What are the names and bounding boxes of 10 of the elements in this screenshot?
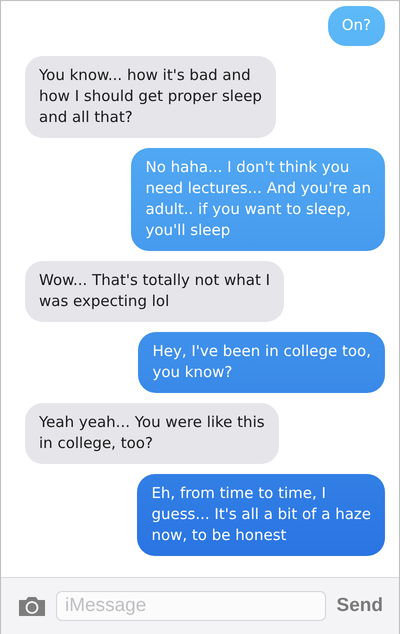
message-bubble: Yeah yeah... You were like this in college, too? xyxy=(25,403,279,464)
message-input[interactable]: iMessage xyxy=(56,591,326,621)
message-bubble: No haha... I don't think you need lectures... And you're an adult.. if you want to sleep, you'll sleep xyxy=(131,148,385,251)
message-bubble: Wow... That's totally not what I was expecting lol xyxy=(25,261,284,322)
camera-icon[interactable] xyxy=(17,595,47,617)
message-bubble: You know... how it's bad and how I should get proper sleep and all that? xyxy=(25,56,276,138)
send-button[interactable]: Send xyxy=(334,595,385,617)
message-bubble: Hey, I've been in college too, you know? xyxy=(138,332,385,393)
message-bubble: Eh, from time to time, I guess... It's all a bit of a haze now, to be honest xyxy=(137,474,385,556)
message-bubble: On? xyxy=(328,6,385,46)
